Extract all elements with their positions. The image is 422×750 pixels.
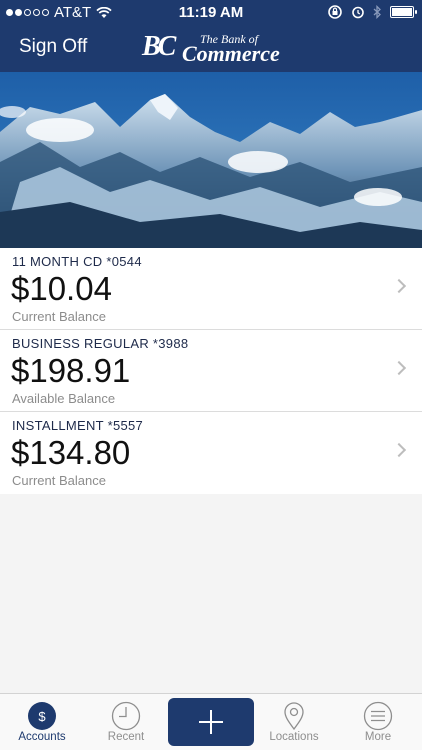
svg-text:$: $ — [38, 709, 46, 724]
account-balance: $134.80 — [11, 434, 131, 471]
chevron-right-icon — [391, 278, 407, 294]
logo-mark: BC — [142, 31, 176, 62]
logo-name: Commerce — [182, 41, 280, 66]
balance-type-label: Current Balance — [12, 309, 106, 324]
status-bar: AT&T 11:19 AM — [0, 0, 422, 24]
tab-label: Locations — [269, 731, 319, 743]
add-action-button[interactable] — [168, 698, 254, 746]
bank-logo: BC The Bank of Commerce — [142, 29, 282, 67]
balance-type-label: Available Balance — [12, 391, 116, 406]
account-row-installment[interactable]: INSTALLMENT *5557 $134.80 Current Balanc… — [0, 412, 422, 494]
battery-icon — [390, 6, 417, 18]
tab-label: More — [364, 731, 392, 743]
account-balance: $198.91 — [11, 352, 131, 389]
account-row-cd[interactable]: 11 MONTH CD *0544 $10.04 Current Balance — [0, 248, 422, 330]
clock-icon — [111, 701, 141, 731]
tab-label: Recent — [107, 731, 145, 743]
balance-type-label: Current Balance — [12, 473, 106, 488]
bluetooth-icon — [373, 5, 381, 19]
account-name: BUSINESS REGULAR *3988 — [12, 336, 189, 351]
account-balance: $10.04 — [11, 270, 112, 307]
account-name: 11 MONTH CD *0544 — [12, 254, 142, 269]
tab-label: Accounts — [18, 731, 66, 743]
chevron-right-icon — [391, 360, 407, 376]
account-list: 11 MONTH CD *0544 $10.04 Current Balance… — [0, 248, 422, 494]
account-row-business[interactable]: BUSINESS REGULAR *3988 $198.91 Available… — [0, 330, 422, 412]
sign-off-button[interactable]: Sign Off — [19, 36, 87, 58]
alarm-icon — [352, 6, 364, 19]
map-pin-icon — [284, 702, 304, 731]
tab-bar: $ Accounts Recent Locations More — [0, 693, 422, 750]
menu-icon — [363, 701, 393, 731]
dollar-icon: $ — [28, 702, 56, 730]
rotation-lock-icon — [328, 5, 342, 19]
tab-locations[interactable]: Locations — [252, 694, 336, 750]
tab-more[interactable]: More — [336, 694, 420, 750]
nav-bar: Sign Off BC The Bank of Commerce — [0, 24, 422, 72]
hero-mountain-image — [0, 72, 422, 248]
tab-accounts[interactable]: $ Accounts — [0, 694, 84, 750]
tab-recent[interactable]: Recent — [84, 694, 168, 750]
account-name: INSTALLMENT *5557 — [12, 418, 144, 433]
chevron-right-icon — [391, 442, 407, 458]
